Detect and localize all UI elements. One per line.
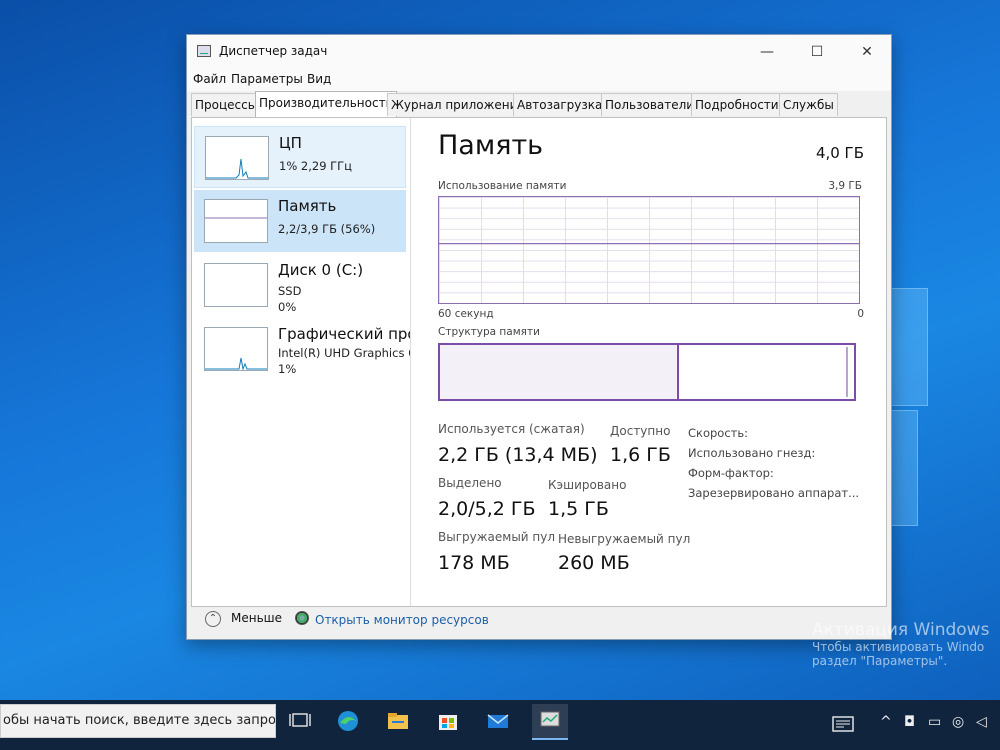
footer-bar: ⌃ Меньше Открыть монитор ресурсов [187, 607, 891, 637]
slots-used-label: Использовано гнезд: [688, 446, 816, 460]
activation-title: Активация Windows [812, 620, 990, 640]
maximize-button[interactable]: ☐ [797, 41, 837, 63]
task-manager-taskbar-icon[interactable] [532, 704, 568, 740]
edge-icon[interactable] [334, 708, 362, 734]
sidebar-item-detail: SSD [278, 284, 302, 298]
sidebar-item-detail: 1% 2,29 ГГц [279, 159, 353, 173]
menu-bar: Файл Параметры Вид [187, 69, 891, 91]
sidebar-item-gpu[interactable]: Графический проц Intel(R) UHD Graphics 6… [194, 318, 410, 380]
memory-detail-panel: Память 4,0 ГБ Использование памяти 3,9 Г… [424, 118, 874, 606]
sidebar-item-name: ЦП [279, 134, 302, 152]
in-use-label: Используется (сжатая) [438, 422, 585, 436]
graph-time-right: 0 [857, 308, 864, 320]
sidebar-item-disk[interactable]: Диск 0 (C:) SSD 0% [194, 254, 406, 316]
cpu-thumbnail-graph [205, 136, 269, 180]
chevron-up-tray-icon[interactable]: ^ [880, 714, 892, 730]
activation-watermark: Активация Windows Чтобы активировать Win… [812, 620, 989, 668]
tab-services[interactable]: Службы [779, 93, 838, 116]
camera-icon[interactable]: ◘ [904, 714, 915, 730]
usage-graph-label: Использование памяти [438, 180, 567, 192]
task-manager-window: Диспетчер задач — ☐ ✕ Файл Параметры Вид… [186, 34, 892, 640]
committed-value: 2,0/5,2 ГБ [438, 498, 536, 520]
paged-pool-label: Выгружаемый пул [438, 530, 556, 544]
available-value: 1,6 ГБ [610, 444, 671, 466]
sidebar-item-name: Графический проц [278, 325, 410, 343]
sidebar-item-name: Диск 0 (C:) [278, 261, 364, 279]
disk-thumbnail-graph [204, 263, 268, 307]
microsoft-store-icon[interactable] [434, 708, 462, 734]
structure-label: Структура памяти [438, 326, 540, 338]
battery-icon[interactable]: ▭ [928, 714, 941, 730]
menu-file[interactable]: Файл [193, 72, 226, 86]
sidebar-item-detail: Intel(R) UHD Graphics 6 [278, 346, 411, 360]
activation-line: раздел "Параметры". [812, 654, 948, 668]
memory-total: 4,0 ГБ [815, 144, 864, 162]
tab-details[interactable]: Подробности [691, 93, 783, 116]
resource-sidebar: ЦП 1% 2,29 ГГц Память 2,2/3,9 ГБ (56%) Д… [192, 118, 411, 606]
in-use-value: 2,2 ГБ (13,4 МБ) [438, 444, 598, 466]
menu-view[interactable]: Вид [307, 72, 331, 86]
form-factor-label: Форм-фактор: [688, 466, 774, 480]
sidebar-item-memory[interactable]: Память 2,2/3,9 ГБ (56%) [194, 190, 406, 252]
cached-value: 1,5 ГБ [548, 498, 609, 520]
graph-time-left: 60 секунд [438, 308, 494, 320]
memory-composition-bar [438, 343, 856, 401]
globe-icon[interactable]: ◎ [952, 714, 964, 730]
resource-monitor-icon [295, 611, 309, 625]
tab-users[interactable]: Пользователи [601, 93, 699, 116]
sidebar-item-cpu[interactable]: ЦП 1% 2,29 ГГц [194, 126, 406, 188]
tab-strip: Процессы Производительность Журнал прило… [191, 91, 891, 117]
nonpaged-pool-label: Невыгружаемый пул [558, 532, 691, 546]
title-bar: Диспетчер задач — ☐ ✕ [187, 35, 891, 69]
open-resource-monitor-link[interactable]: Открыть монитор ресурсов [315, 613, 489, 627]
sidebar-item-name: Память [278, 197, 337, 215]
fewer-details-button[interactable]: Меньше [231, 611, 282, 625]
hardware-reserved-label: Зарезервировано аппарат... [688, 486, 860, 500]
sidebar-item-detail: 2,2/3,9 ГБ (56%) [278, 222, 376, 236]
taskbar: обы начать поиск, введите здесь запрос ^… [0, 700, 1000, 750]
composition-in-use [440, 345, 679, 399]
taskbar-search-input[interactable]: обы начать поиск, введите здесь запрос [0, 704, 276, 738]
available-label: Доступно [610, 424, 671, 438]
sidebar-item-usage: 1% [278, 362, 297, 376]
usage-graph-max: 3,9 ГБ [828, 180, 862, 192]
close-button[interactable]: ✕ [847, 41, 887, 63]
performance-content: ЦП 1% 2,29 ГГц Память 2,2/3,9 ГБ (56%) Д… [191, 117, 887, 607]
committed-label: Выделено [438, 476, 502, 490]
mail-icon[interactable] [484, 708, 512, 734]
file-explorer-icon[interactable] [384, 708, 412, 734]
tab-startup[interactable]: Автозагрузка [513, 93, 607, 116]
speed-label: Скорость: [688, 426, 749, 440]
volume-icon[interactable]: ◁ [976, 714, 987, 730]
page-title: Память [438, 130, 544, 161]
memory-usage-graph [438, 196, 860, 304]
nonpaged-pool-value: 260 МБ [558, 552, 630, 574]
window-title: Диспетчер задач [219, 44, 328, 58]
tab-app-history[interactable]: Журнал приложений [387, 93, 530, 116]
sidebar-item-usage: 0% [278, 300, 297, 314]
cached-label: Кэшировано [548, 478, 627, 492]
memory-thumbnail-graph [204, 199, 268, 243]
minimize-button[interactable]: — [747, 41, 787, 63]
composition-reserved [846, 347, 848, 397]
tab-performance[interactable]: Производительность [255, 91, 397, 117]
task-view-icon[interactable] [286, 708, 314, 734]
activation-line: Чтобы активировать Windo [812, 640, 985, 654]
gpu-thumbnail-graph [204, 327, 268, 371]
menu-options[interactable]: Параметры [231, 72, 303, 86]
chevron-up-icon[interactable]: ⌃ [205, 611, 221, 627]
task-manager-icon [197, 45, 211, 57]
paged-pool-value: 178 МБ [438, 552, 510, 574]
tab-processes[interactable]: Процессы [191, 93, 262, 116]
news-widget-icon[interactable] [832, 716, 854, 736]
